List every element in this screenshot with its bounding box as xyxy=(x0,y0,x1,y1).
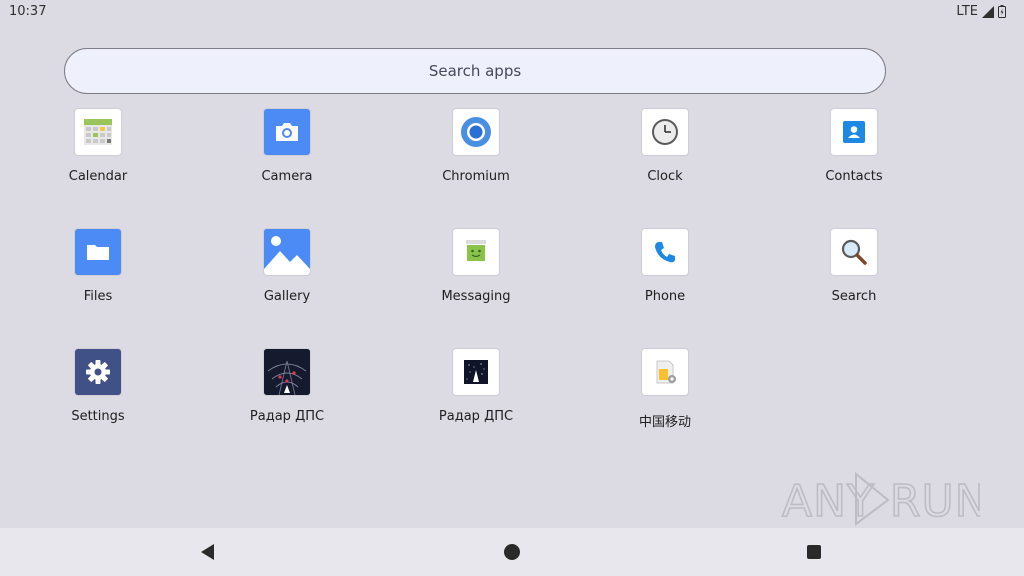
app-radar-dps[interactable]: Радар ДПС xyxy=(217,349,357,424)
app-camera[interactable]: Camera xyxy=(217,109,357,184)
gear-icon xyxy=(75,349,121,395)
navigation-bar xyxy=(0,528,1024,576)
back-icon xyxy=(201,544,214,560)
home-icon xyxy=(504,544,520,560)
app-label: Camera xyxy=(261,169,313,184)
gallery-icon xyxy=(264,229,310,275)
app-files[interactable]: Files xyxy=(28,229,168,304)
app-label: Радар ДПС xyxy=(438,409,514,424)
anyrun-watermark: ANY RUN xyxy=(781,471,980,526)
recents-icon xyxy=(807,545,821,559)
app-label: Messaging xyxy=(441,289,511,304)
radar-dark-icon xyxy=(453,349,499,395)
app-label: Clock xyxy=(647,169,683,184)
app-label: Search xyxy=(831,289,877,304)
chromium-icon xyxy=(453,109,499,155)
camera-icon xyxy=(264,109,310,155)
app-label: Settings xyxy=(71,409,125,424)
app-gallery[interactable]: Gallery xyxy=(217,229,357,304)
magnifier-icon xyxy=(831,229,877,275)
app-settings[interactable]: Settings xyxy=(28,349,168,424)
status-time: 10:37 xyxy=(9,4,47,19)
app-contacts[interactable]: Contacts xyxy=(784,109,924,184)
sim-card-icon xyxy=(642,349,688,395)
clock-icon xyxy=(642,109,688,155)
watermark-text: ANY RUN xyxy=(782,476,980,526)
messaging-icon xyxy=(453,229,499,275)
app-label: Files xyxy=(83,289,113,304)
app-calendar[interactable]: Calendar xyxy=(28,109,168,184)
battery-icon xyxy=(998,5,1006,18)
app-clock[interactable]: Clock xyxy=(595,109,735,184)
back-button[interactable] xyxy=(198,542,218,562)
app-chromium[interactable]: Chromium xyxy=(406,109,546,184)
app-phone[interactable]: Phone xyxy=(595,229,735,304)
app-label: Chromium xyxy=(442,169,510,184)
home-button[interactable] xyxy=(502,542,522,562)
status-indicators: LTE xyxy=(956,4,1006,19)
app-china-mobile[interactable]: 中国移动 xyxy=(595,349,735,430)
signal-icon xyxy=(982,5,994,18)
contacts-icon xyxy=(831,109,877,155)
app-label: Радар ДПС xyxy=(249,409,325,424)
app-search[interactable]: Search xyxy=(784,229,924,304)
status-bar: 10:37 LTE xyxy=(0,0,1024,24)
app-label: Gallery xyxy=(263,289,311,304)
phone-icon xyxy=(642,229,688,275)
app-label: Contacts xyxy=(825,169,883,184)
app-messaging[interactable]: Messaging xyxy=(406,229,546,304)
radar-icon xyxy=(264,349,310,395)
calendar-icon xyxy=(75,109,121,155)
app-label: Calendar xyxy=(68,169,128,184)
folder-icon xyxy=(75,229,121,275)
app-radar-dps-2[interactable]: Радар ДПС xyxy=(406,349,546,424)
search-apps-input[interactable]: Search apps xyxy=(64,48,886,94)
app-label: Phone xyxy=(644,289,686,304)
recents-button[interactable] xyxy=(804,542,824,562)
network-type: LTE xyxy=(956,4,978,19)
search-placeholder: Search apps xyxy=(428,62,522,80)
app-label: 中国移动 xyxy=(638,415,691,430)
